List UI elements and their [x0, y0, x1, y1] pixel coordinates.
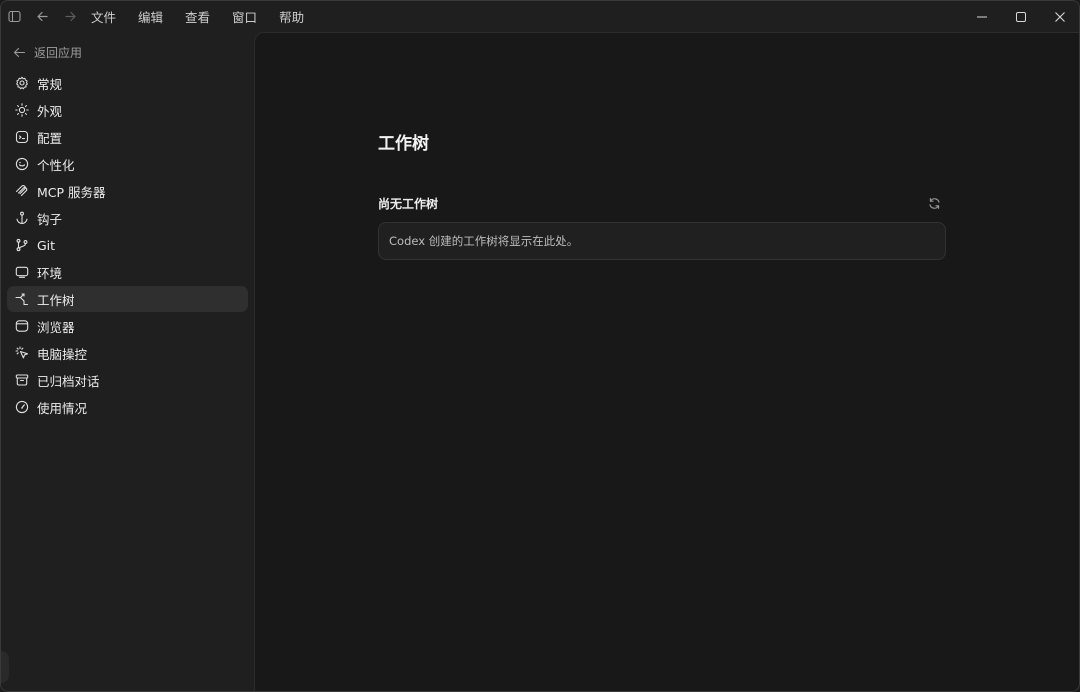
settings-sidebar: 返回应用 常规 外观 配置 个性化 MCP 服务器 钩子 Git 环境 工作树 … [1, 32, 254, 691]
sidebar-item-label: 配置 [37, 130, 63, 146]
sidebar-item-label: 外观 [37, 103, 63, 119]
monitor-icon [15, 266, 29, 278]
menu-file[interactable]: 文件 [91, 7, 116, 26]
sun-icon [15, 103, 29, 117]
sidebar-item-label: 已归档对话 [37, 373, 100, 389]
sidebar-item-label: 钩子 [37, 211, 63, 227]
menu-view[interactable]: 查看 [185, 7, 210, 26]
worktree-icon [15, 293, 29, 306]
personalize-icon [15, 157, 29, 171]
menu-bar: 文件 编辑 查看 窗口 帮助 [91, 7, 304, 26]
empty-state-card: Codex 创建的工作树将显示在此处。 [378, 222, 946, 260]
sidebar-item-git[interactable]: Git [7, 232, 248, 258]
sidebar-item-appearance[interactable]: 外观 [7, 97, 248, 123]
menu-help[interactable]: 帮助 [279, 7, 304, 26]
sidebar-item-label: MCP 服务器 [37, 184, 106, 200]
git-branch-icon [16, 238, 28, 252]
close-button[interactable] [1040, 1, 1079, 32]
app-window: 文件 编辑 查看 窗口 帮助 返回应用 常规 外观 配置 个性化 MCP 服务器… [0, 0, 1080, 692]
page-title: 工作树 [378, 134, 429, 154]
sidebar-item-computer-control[interactable]: 电脑操控 [7, 340, 248, 366]
title-bar: 文件 编辑 查看 窗口 帮助 [1, 1, 1079, 32]
sidebar-item-label: 常规 [37, 76, 63, 92]
sidebar-item-label: 个性化 [37, 157, 75, 173]
maximize-button[interactable] [1001, 1, 1040, 32]
archive-icon [15, 374, 29, 386]
sidebar-item-label: 工作树 [37, 292, 75, 308]
menu-edit[interactable]: 编辑 [138, 7, 163, 26]
refresh-button[interactable] [926, 195, 942, 211]
corner-handle [1, 651, 9, 683]
sidebar-item-label: 使用情况 [37, 400, 88, 416]
window-controls [962, 1, 1079, 32]
maximize-icon [1015, 11, 1026, 22]
sidebar-item-label: 环境 [37, 265, 63, 281]
gauge-icon [15, 400, 29, 414]
close-icon [1054, 11, 1065, 22]
config-icon [15, 130, 29, 144]
sidebar-item-browser[interactable]: 浏览器 [7, 313, 248, 339]
browser-icon [15, 320, 29, 332]
back-to-app-label: 返回应用 [34, 45, 83, 60]
menu-window[interactable]: 窗口 [232, 7, 257, 26]
sidebar-item-mcp-servers[interactable]: MCP 服务器 [7, 178, 248, 204]
minimize-button[interactable] [962, 1, 1001, 32]
sidebar-item-label: 电脑操控 [37, 346, 88, 362]
forward-arrow-icon[interactable] [59, 6, 81, 28]
minimize-icon [976, 16, 987, 17]
sidebar-item-label: 浏览器 [37, 319, 75, 335]
sidebar-item-archived-chats[interactable]: 已归档对话 [7, 367, 248, 393]
sidebar-item-config[interactable]: 配置 [7, 124, 248, 150]
sidebar-item-worktrees[interactable]: 工作树 [7, 286, 248, 312]
back-to-app-button[interactable]: 返回应用 [13, 43, 82, 61]
back-arrow-icon [13, 47, 26, 57]
settings-nav: 常规 外观 配置 个性化 MCP 服务器 钩子 Git 环境 工作树 浏览器 电… [7, 70, 248, 421]
settings-content: 工作树 尚无工作树 Codex 创建的工作树将显示在此处。 [254, 32, 1079, 691]
sidebar-item-usage[interactable]: 使用情况 [7, 394, 248, 420]
toggle-sidebar-icon[interactable] [3, 6, 25, 28]
sidebar-item-hooks[interactable]: 钩子 [7, 205, 248, 231]
gear-icon [16, 76, 28, 90]
section-title: 尚无工作树 [378, 197, 439, 211]
sidebar-item-environment[interactable]: 环境 [7, 259, 248, 285]
sidebar-item-general[interactable]: 常规 [7, 70, 248, 96]
anchor-icon [16, 211, 28, 225]
sidebar-item-personalization[interactable]: 个性化 [7, 151, 248, 177]
back-arrow-icon[interactable] [31, 6, 53, 28]
empty-state-message: Codex 创建的工作树将显示在此处。 [389, 234, 579, 248]
sidebar-item-label: Git [37, 237, 56, 253]
computer-control-icon [15, 346, 29, 359]
mcp-icon [15, 185, 28, 197]
refresh-icon [928, 197, 940, 209]
